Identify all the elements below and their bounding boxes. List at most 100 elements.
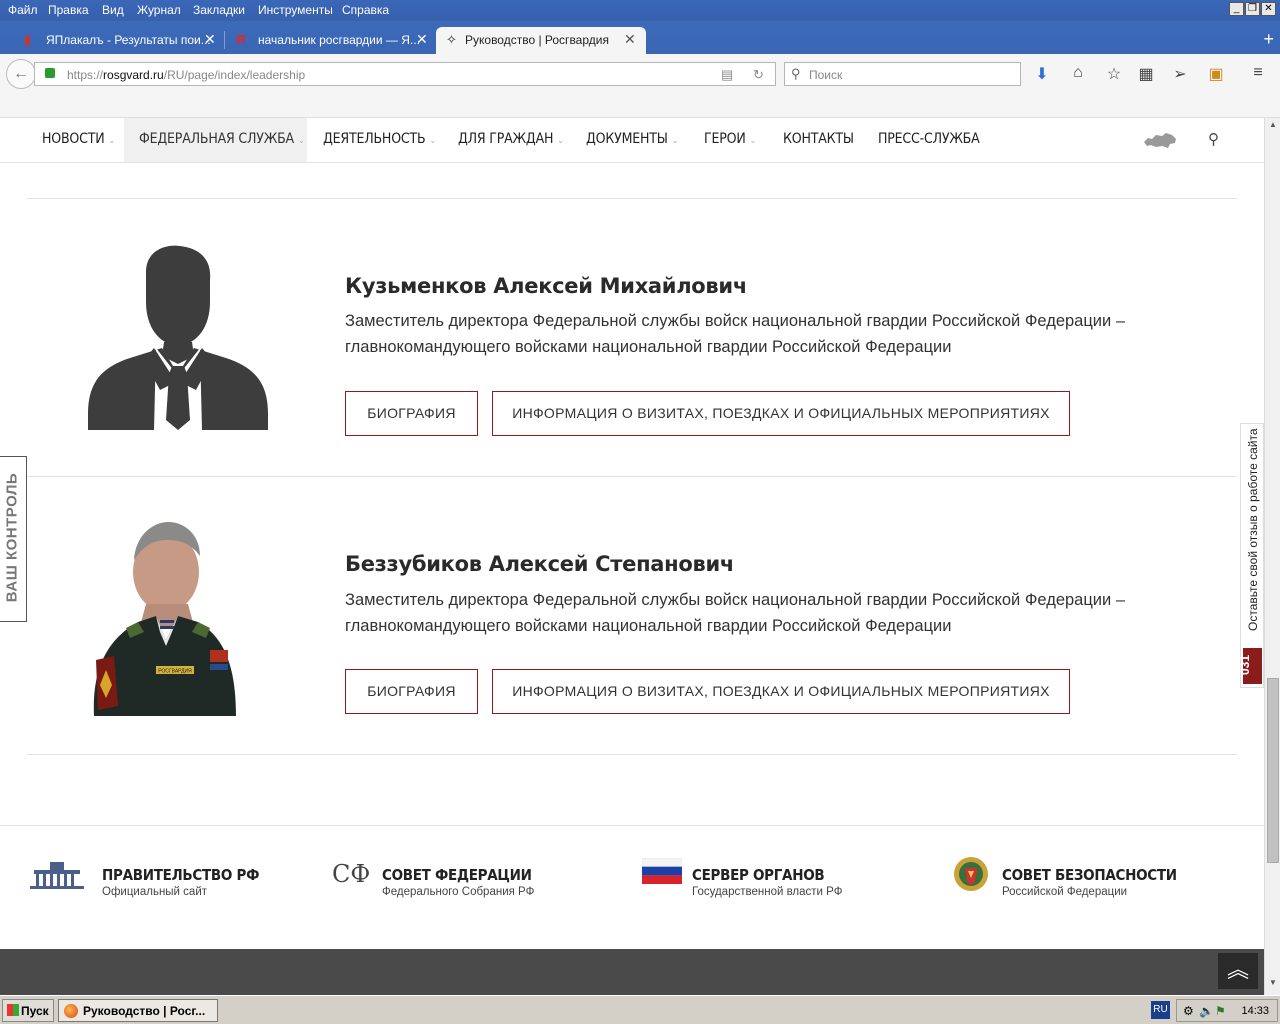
nav-item-documents[interactable]: ДОКУМЕНТЫ ⌄ (586, 118, 678, 162)
footer-link-title: СОВЕТ БЕЗОПАСНОСТИ (1002, 866, 1177, 884)
russia-map-icon[interactable] (1142, 130, 1178, 150)
scroll-up-arrow-icon[interactable]: ▲ (1267, 120, 1279, 134)
vash-kontrol-widget[interactable]: ВАШ КОНТРОЛЬ (0, 456, 27, 622)
feedback-label: Оставьте свой отзыв о работе сайта (1246, 428, 1260, 631)
russian-flag-icon (642, 858, 682, 884)
chevron-down-icon: ⌄ (297, 136, 305, 146)
feedback-badge-text: 031 (1238, 654, 1253, 676)
restore-icon[interactable]: ❐ (1245, 2, 1260, 16)
home-icon[interactable]: ⌂ (1068, 64, 1088, 84)
footer-link-subtitle: Российской Федерации (1002, 886, 1128, 898)
minimize-icon[interactable]: _ (1229, 2, 1244, 16)
biography-button[interactable]: БИОГРАФИЯ (345, 391, 478, 436)
divider (27, 198, 1237, 199)
chevron-down-icon: ⌄ (108, 136, 116, 146)
scroll-down-arrow-icon[interactable]: ▼ (1267, 978, 1279, 992)
menu-file[interactable]: Файл (8, 3, 38, 17)
url-path: /RU/page/index/leadership (163, 68, 306, 82)
nav-item-for-citizens[interactable]: ДЛЯ ГРАЖДАН ⌄ (458, 118, 564, 162)
windows-logo-icon (7, 1004, 19, 1016)
chevron-down-icon: ⌄ (429, 136, 437, 146)
reload-icon[interactable]: ↻ (753, 67, 764, 83)
footer-bar (0, 949, 1264, 995)
scroll-to-top-button[interactable]: ︽ (1218, 953, 1258, 989)
taskbar-window-title: Руководство | Росг... (83, 1004, 206, 1018)
tab-close-icon[interactable]: ✕ (624, 31, 636, 48)
search-field[interactable]: ⚲ Поиск (784, 62, 1021, 86)
leader-position: Заместитель директора Федеральной службы… (345, 312, 1126, 356)
nav-label: ДЛЯ ГРАЖДАН (458, 131, 554, 147)
tab-rosgvardia[interactable]: ✧ Руководство | Росгвардия ✕ (436, 27, 646, 54)
bookmark-star-icon[interactable]: ☆ (1104, 64, 1124, 84)
send-icon[interactable]: ➢ (1170, 64, 1190, 84)
menu-edit[interactable]: Правка (48, 3, 89, 17)
search-placeholder: Поиск (809, 68, 843, 82)
tab-yaplakal[interactable]: ▮ ЯПлакалъ - Результаты пои... ✕ (0, 27, 222, 54)
nav-item-news[interactable]: НОВОСТИ ⌄ (42, 118, 115, 162)
double-chevron-up-icon: ︽ (1226, 957, 1249, 982)
bookmarks-library-icon[interactable]: ▦ (1136, 64, 1156, 84)
nav-item-heroes[interactable]: ГЕРОИ ⌄ (704, 118, 756, 162)
footer-link-subtitle: Официальный сайт (102, 886, 208, 898)
tab-title: ЯПлакалъ - Результаты пои... (46, 33, 211, 47)
back-arrow-icon[interactable]: ← (6, 59, 36, 89)
tab-close-icon[interactable]: ✕ (416, 31, 428, 48)
divider (27, 476, 1237, 477)
nav-item-contacts[interactable]: КОНТАКТЫ (783, 118, 854, 162)
footer-link-title: СЕРВЕР ОРГАНОВ (692, 866, 825, 884)
reader-view-icon[interactable]: ▤ (721, 67, 733, 83)
site-navigation: НОВОСТИ ⌄ ФЕДЕРАЛЬНАЯ СЛУЖБА ⌄ ДЕЯТЕЛЬНОСТ… (0, 118, 1264, 163)
footer-link-title: ПРАВИТЕЛЬСТВО РФ (102, 866, 260, 884)
nav-item-activity[interactable]: ДЕЯТЕЛЬНОСТЬ ⌄ (323, 118, 436, 162)
windows-taskbar: Пуск Руководство | Росг... RU ⚙ 🔈 ⚑ 14:3… (0, 995, 1280, 1024)
menu-help[interactable]: Справка (342, 3, 389, 17)
divider (27, 754, 1237, 755)
chevron-down-icon: ⌄ (749, 136, 757, 146)
url-prefix: https:// (67, 68, 104, 82)
volume-icon[interactable]: 🔈 (1199, 1004, 1214, 1018)
rosgvardia-favicon-icon: ✧ (446, 32, 457, 47)
nav-label: ГЕРОИ (704, 131, 746, 147)
extension-icon[interactable]: ▣ (1206, 64, 1226, 84)
nav-item-federal-service[interactable]: ФЕДЕРАЛЬНАЯ СЛУЖБА ⌄ (124, 118, 307, 162)
person-silhouette-avatar (88, 245, 268, 430)
tray-app-icon[interactable]: ⚙ (1183, 1004, 1194, 1018)
scrollbar-thumb[interactable] (1267, 678, 1279, 863)
network-icon[interactable]: ⚑ (1215, 1004, 1226, 1018)
nav-label: ФЕДЕРАЛЬНАЯ СЛУЖБА (139, 131, 294, 147)
url-bar[interactable]: https://rosgvard.ru/RU/page/index/leader… (34, 62, 776, 86)
menu-view[interactable]: Вид (102, 3, 124, 17)
nav-item-press-service[interactable]: ПРЕСС-СЛУЖБА (878, 118, 980, 162)
vash-kontrol-label: ВАШ КОНТРОЛЬ (3, 472, 21, 603)
download-icon[interactable]: ⬇ (1032, 64, 1052, 84)
nav-label: ПРЕСС-СЛУЖБА (878, 131, 980, 147)
tab-title: Руководство | Росгвардия (465, 33, 609, 47)
start-label: Пуск (21, 1004, 49, 1018)
photo-badge-text: РОСГВАРДИЯ (158, 669, 192, 675)
system-tray: ⚙ 🔈 ⚑ 14:33 (1176, 999, 1278, 1022)
close-window-icon[interactable]: ✕ (1261, 2, 1276, 16)
visits-info-button[interactable]: ИНФОРМАЦИЯ О ВИЗИТАХ, ПОЕЗДКАХ И ОФИЦИАЛ… (492, 391, 1070, 436)
new-tab-icon[interactable]: + (1263, 29, 1274, 50)
tab-title: начальник росгвардии — Я... (258, 33, 420, 47)
nav-label: НОВОСТИ (42, 131, 105, 147)
browser-menubar: Файл Правка Вид Журнал Закладки Инструме… (0, 0, 1280, 21)
site-search-icon[interactable]: ⚲ (1208, 130, 1219, 148)
leader-position: Заместитель директора Федеральной службы… (345, 591, 1126, 635)
taskbar-window-firefox[interactable]: Руководство | Росг... (58, 999, 218, 1022)
biography-button[interactable]: БИОГРАФИЯ (345, 669, 478, 714)
page-scrollbar[interactable]: ▲ ▼ (1264, 118, 1280, 995)
clock: 14:33 (1241, 1005, 1269, 1017)
menu-bookmarks[interactable]: Закладки (193, 3, 245, 17)
language-indicator[interactable]: RU (1151, 1001, 1170, 1019)
menu-history[interactable]: Журнал (137, 3, 181, 17)
federation-council-logo: СФ (332, 860, 371, 888)
feedback-widget[interactable]: Оставьте свой отзыв о работе сайта 031 (1238, 423, 1264, 688)
menu-tools[interactable]: Инструменты (258, 3, 333, 17)
hamburger-menu-icon[interactable]: ≡ (1248, 64, 1268, 84)
tab-yandex[interactable]: Я начальник росгвардии — Я... ✕ (212, 27, 434, 54)
government-building-icon (30, 862, 84, 889)
visits-info-button[interactable]: ИНФОРМАЦИЯ О ВИЗИТАХ, ПОЕЗДКАХ И ОФИЦИАЛ… (492, 669, 1070, 714)
feedback-badge: 031 (1238, 648, 1262, 684)
start-button[interactable]: Пуск (2, 999, 54, 1022)
